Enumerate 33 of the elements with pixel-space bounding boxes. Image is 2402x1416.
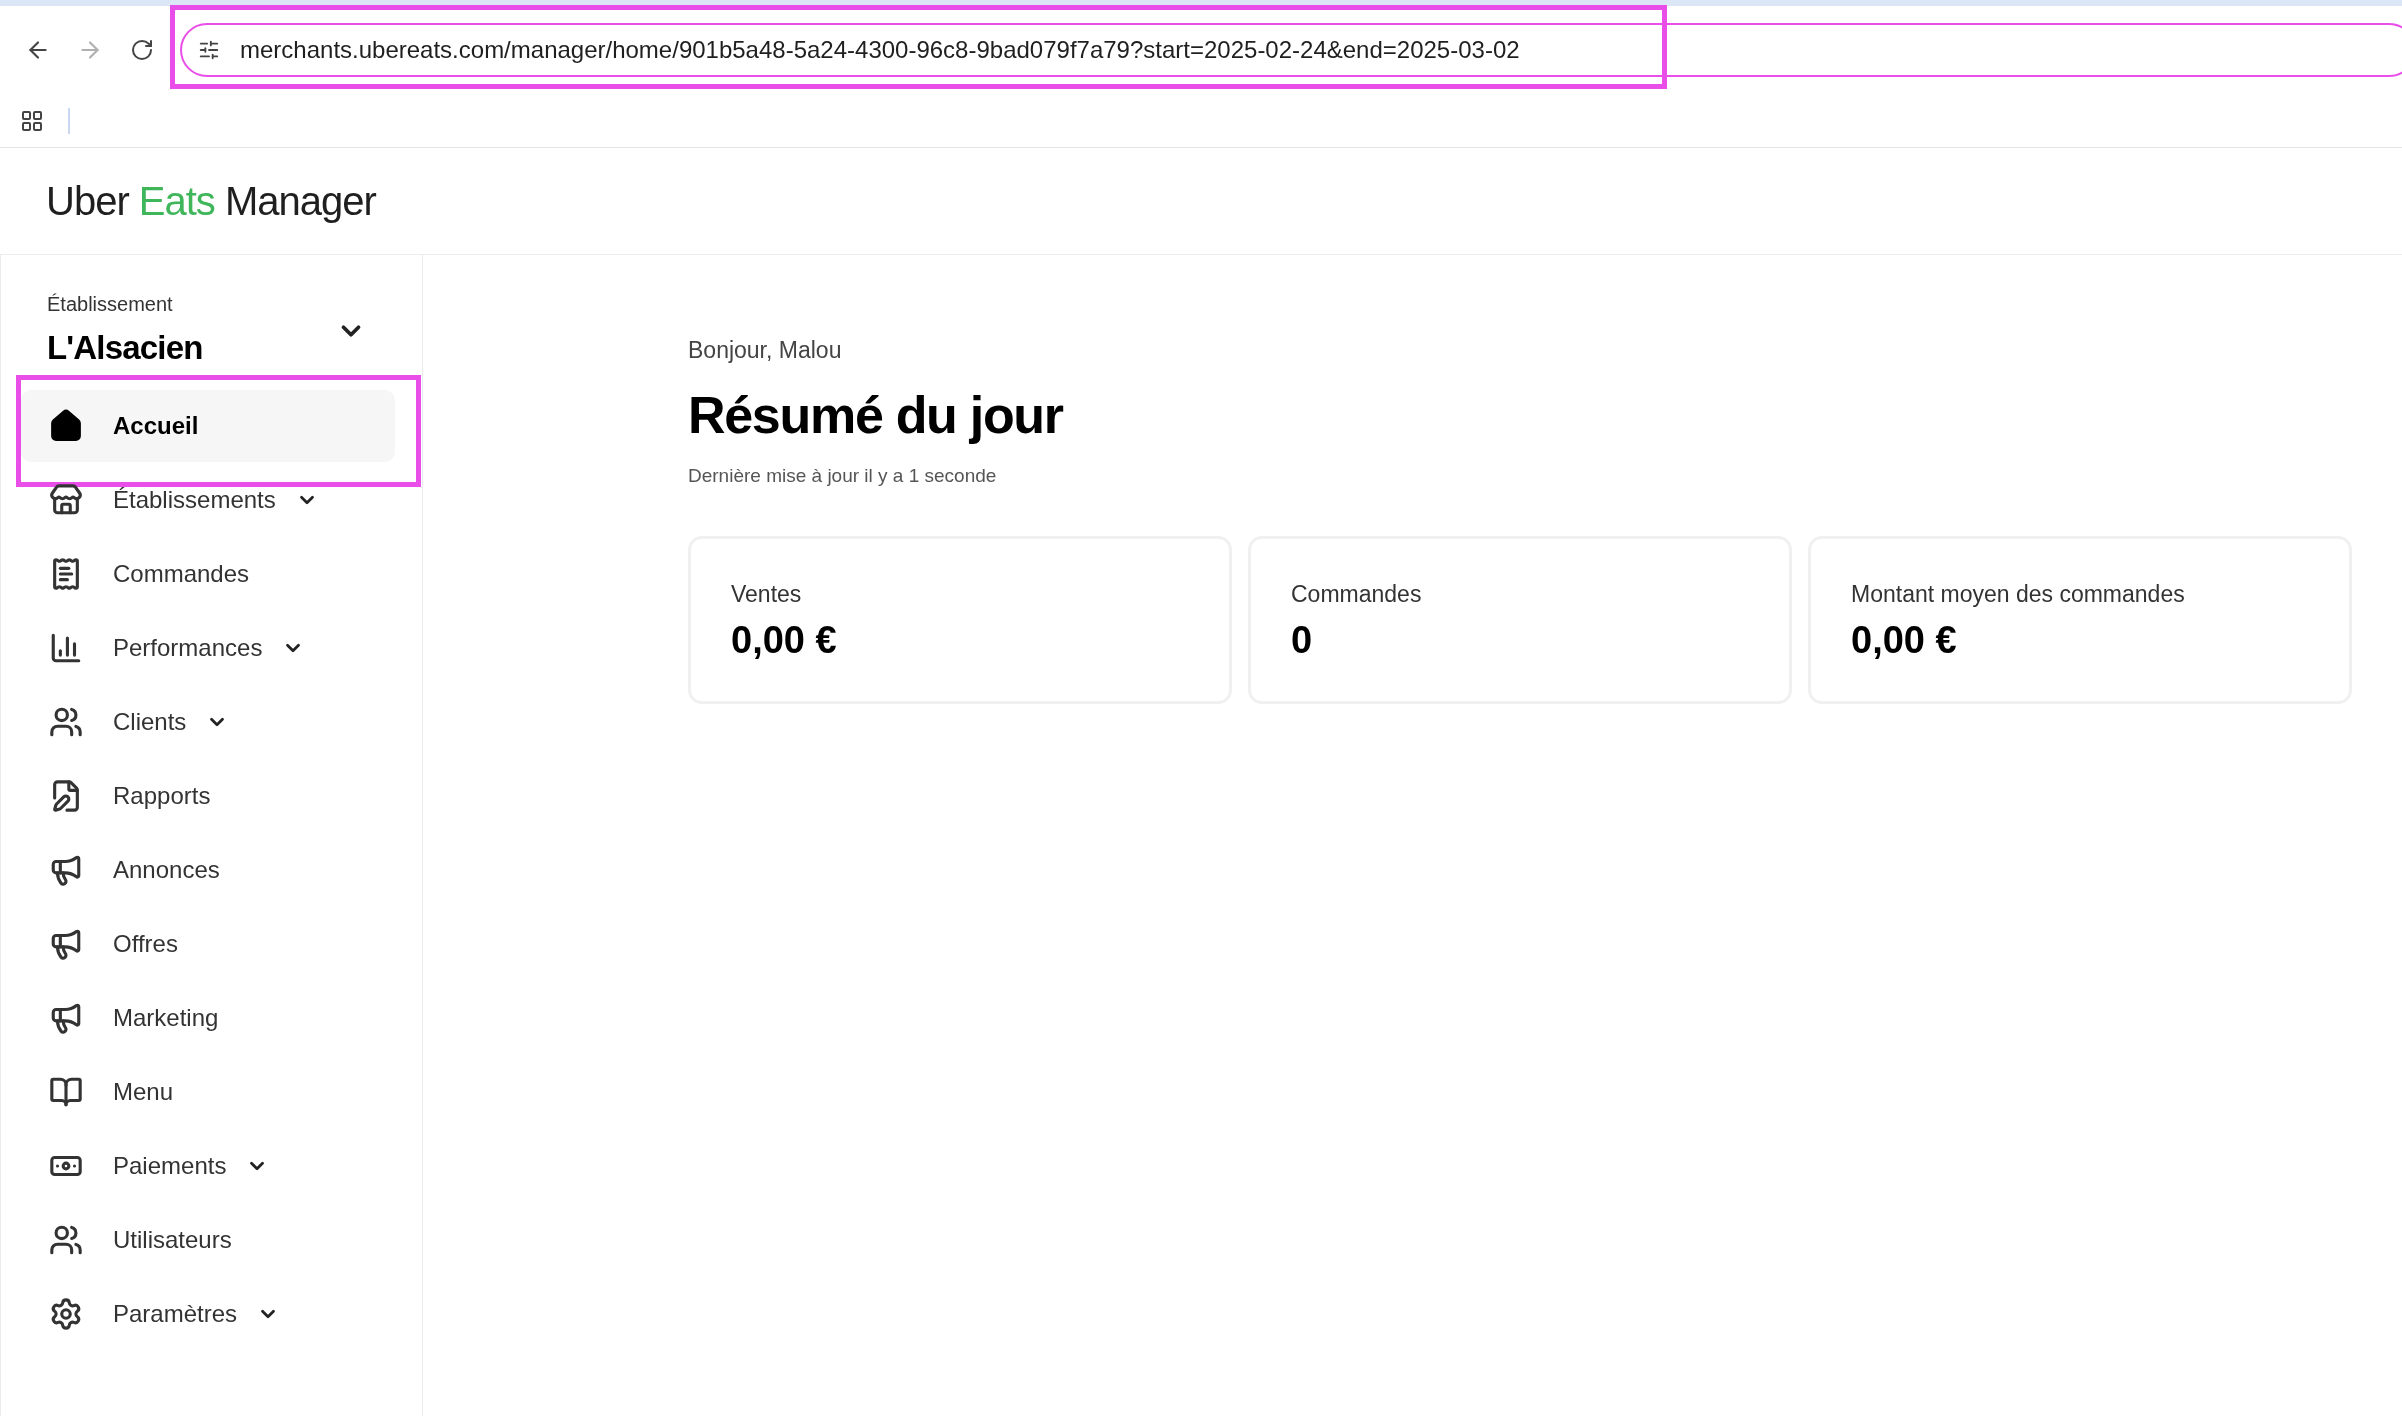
settings-icon [49, 1296, 83, 1331]
stat-label: Montant moyen des commandes [1851, 580, 2186, 609]
site-settings-icon[interactable] [198, 39, 220, 61]
store-icon [49, 482, 83, 517]
sidebar-item[interactable]: Paramètres [21, 1277, 395, 1350]
stat-label: Commandes [1291, 580, 1423, 609]
sidebar-item[interactable]: Paiements [21, 1129, 395, 1202]
sidebar-item[interactable]: Rapports [21, 759, 395, 832]
sidebar-item[interactable]: Menu [21, 1055, 395, 1128]
sidebar-item[interactable]: Établissements [21, 463, 395, 536]
page-title: Résumé du jour [688, 384, 1065, 446]
sidebar-item[interactable]: Performances [21, 611, 395, 684]
sidebar-item[interactable]: Clients [21, 685, 395, 758]
url-text: merchants.ubereats.com/manager/home/901b5a48-5a24-4300-96c8-9bad079f7a79?start=2025-02-24&end=2025-03-02 [240, 35, 1520, 65]
address-bar[interactable]: merchants.ubereats.com/manager/home/901b5a48-5a24-4300-96c8-9bad079f7a79?start=2025-02-24&end=2025-03-02 [180, 23, 2402, 77]
store-picker-label: Établissement [47, 292, 174, 317]
stat-value: 0 [1291, 617, 1314, 663]
last-updated-text: Dernière mise à jour il y a 1 seconde [688, 463, 998, 488]
reload-icon [130, 38, 154, 62]
stat-label: Ventes [731, 580, 803, 609]
sidebar-item[interactable]: Commandes [21, 537, 395, 610]
logo: Uber Eats Manager [46, 178, 376, 225]
sidebar-item[interactable]: Offres [21, 907, 395, 980]
sidebar-item[interactable]: Marketing [21, 981, 395, 1054]
store-name: L'Alsacien [47, 328, 203, 368]
apps-icon[interactable] [20, 108, 44, 133]
sidebar-item[interactable]: Utilisateurs [21, 1203, 395, 1276]
greeting: Bonjour, Malou [688, 336, 843, 365]
home-icon [49, 408, 83, 443]
stat-value: 0,00 € [1851, 617, 1958, 663]
stat-value: 0,00 € [731, 617, 838, 663]
sidebar-item[interactable]: Annonces [21, 833, 395, 906]
sidebar-item[interactable]: Accueil [21, 389, 395, 462]
